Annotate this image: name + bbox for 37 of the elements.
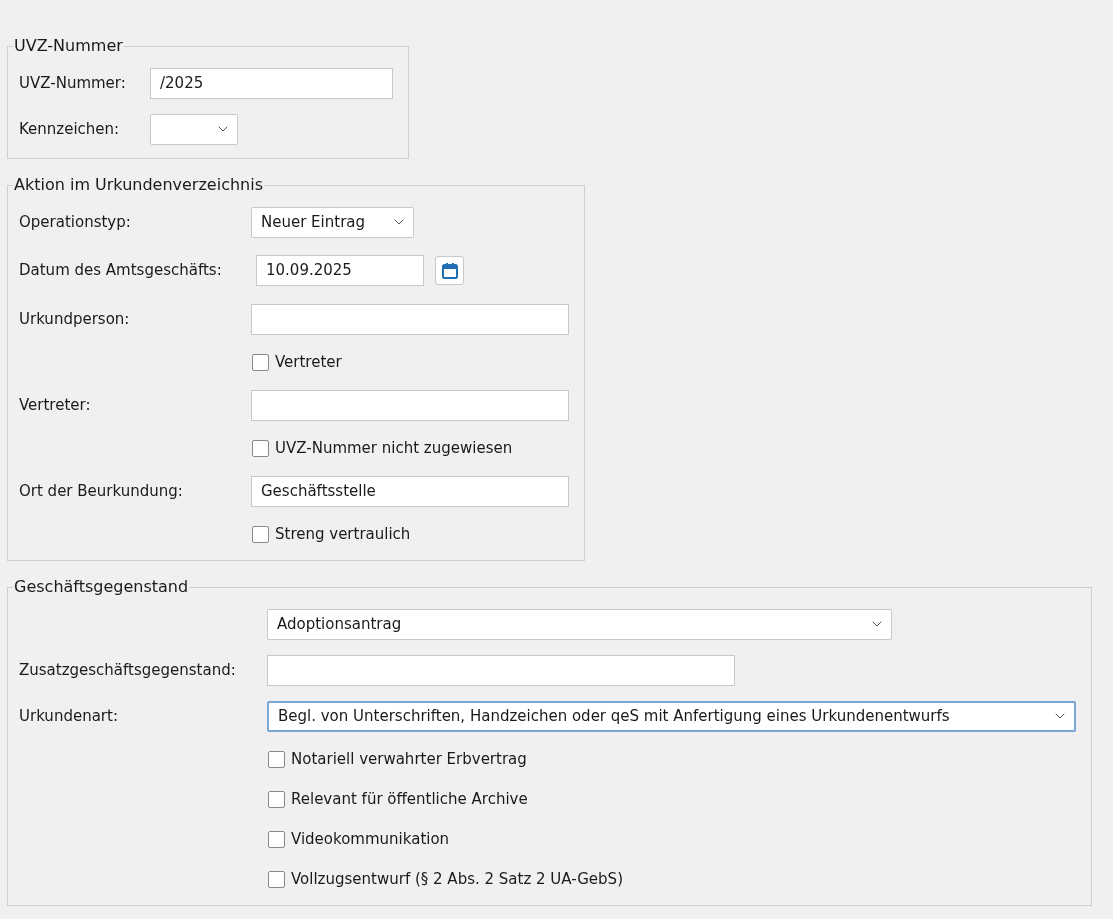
field-label: Ort der Beurkundung: [19,480,183,502]
field-label: Vertreter: [19,394,91,416]
field-label: UVZ-Nummer: [19,72,126,94]
field-label: Zusatzgeschäftsgegenstand: [19,659,236,681]
dropdown[interactable]: Neuer Eintrag [251,206,414,238]
checkbox-label[interactable]: Relevant für öffentliche Archive [291,787,528,811]
group-title: UVZ-Nummer [13,35,124,57]
text-field[interactable] [251,303,569,335]
group-title: Geschäftsgegenstand [13,576,190,598]
date-field[interactable]: 10.09.2025 [256,255,424,286]
checkbox[interactable] [268,870,285,888]
checkbox[interactable] [268,790,285,808]
checkbox-label[interactable]: Notariell verwahrter Erbvertrag [291,747,527,771]
text-field[interactable] [251,389,569,421]
checkbox[interactable] [268,830,285,848]
group-title: Aktion im Urkundenverzeichnis [13,174,264,196]
checkbox-label[interactable]: UVZ-Nummer nicht zugewiesen [275,436,513,460]
calendar-button[interactable] [435,256,464,285]
field-label: Urkundenart: [19,705,118,727]
checkbox[interactable] [252,439,269,457]
checkbox[interactable] [252,353,269,371]
checkbox-label[interactable]: Vollzugsentwurf (§ 2 Abs. 2 Satz 2 UA-GebS) [291,867,623,891]
text-field[interactable]: Geschäftsstelle [251,475,569,507]
field-label: Kennzeichen: [19,118,120,140]
checkbox-label[interactable]: Videokommunikation [291,827,450,851]
field-label: Datum des Amtsgeschäfts: [19,260,222,282]
checkbox-label[interactable]: Vertreter [275,350,342,374]
checkbox[interactable] [252,525,269,543]
field-label: Urkundperson: [19,308,130,330]
field-label: Operationstyp: [19,211,131,233]
calendar-icon [440,261,459,280]
dropdown[interactable]: Begl. von Unterschriften, Handzeichen oder qeS mit Anfertigung eines Urkundenentwurfs [267,700,1076,732]
dropdown[interactable]: Adoptionsantrag [267,608,892,640]
checkbox[interactable] [268,750,285,768]
text-field[interactable] [267,654,735,686]
checkbox-label[interactable]: Streng vertraulich [275,522,411,546]
text-field[interactable]: /2025 [150,67,393,99]
